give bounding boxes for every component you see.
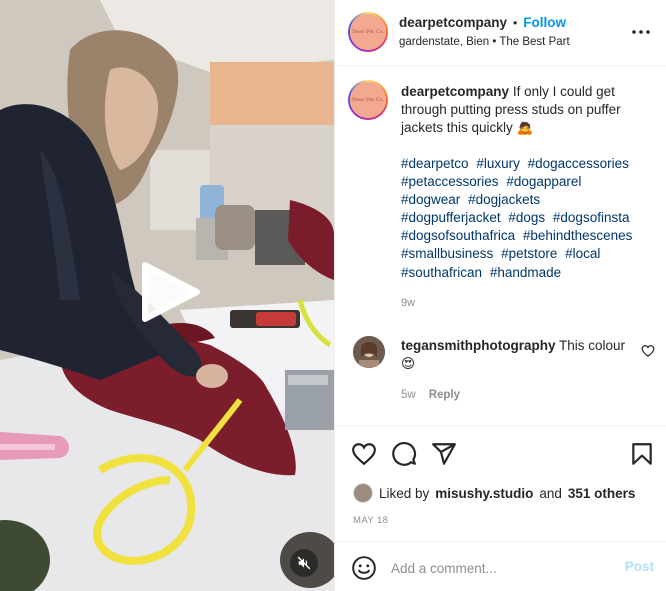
hashtag-link[interactable]: #handmade [490, 265, 561, 280]
hashtag-link[interactable]: #dogs [508, 210, 545, 225]
caption-text-block: dearpetcompany If only I could get throu… [401, 83, 651, 137]
post-actions-section: Liked by misushy.studio and 351 others M… [335, 425, 666, 541]
hashtag-link[interactable]: #dogsofsouthafrica [401, 228, 515, 243]
hashtag-link[interactable]: #petstore [501, 246, 557, 261]
instagram-post-modal: Dear Pet Co. dearpetcompany • Follow gar… [0, 0, 666, 591]
hashtag-link[interactable]: #dearpetco [401, 156, 469, 171]
comment-item: tegansmithphotography This colour 😍 5w R… [335, 333, 666, 413]
hashtag-link[interactable]: #dogsofinsta [553, 210, 630, 225]
post-comment-button[interactable]: Post [625, 559, 654, 574]
post-details-panel: Dear Pet Co. dearpetcompany • Follow gar… [334, 0, 666, 591]
caption-username[interactable]: dearpetcompany [401, 84, 509, 99]
mute-toggle-button[interactable] [290, 549, 318, 577]
play-button[interactable] [137, 259, 203, 325]
comment-bubble-icon[interactable] [391, 441, 417, 467]
caption-avatar-logo-text: Dear Pet Co. [352, 96, 384, 103]
comment-like-heart-icon[interactable] [641, 344, 655, 358]
commenter-username[interactable]: tegansmithphotography [401, 338, 556, 353]
author-username[interactable]: dearpetcompany [399, 15, 507, 30]
post-header: Dear Pet Co. dearpetcompany • Follow gar… [335, 0, 666, 66]
hashtag-link[interactable]: #local [565, 246, 600, 261]
post-date: MAY 18 [353, 515, 389, 526]
separator-dot: • [513, 15, 518, 30]
caption-timestamp: 9w [401, 297, 416, 309]
heart-icon[interactable] [351, 441, 377, 467]
post-location[interactable]: gardenstate, Bien • The Best Part [399, 36, 570, 48]
reply-button[interactable]: Reply [429, 389, 460, 401]
add-comment-bar: Post [335, 541, 666, 591]
likes-summary: Liked by misushy.studio and 351 others [353, 483, 635, 503]
comment-input[interactable] [391, 556, 611, 580]
caption-author-avatar[interactable]: Dear Pet Co. [348, 80, 388, 120]
hashtag-link[interactable]: #southafrican [401, 265, 482, 280]
likes-joiner: and [539, 485, 562, 501]
paper-plane-icon[interactable] [431, 441, 457, 467]
more-horizontal-icon [632, 30, 650, 34]
comment-timestamp: 5w [401, 389, 416, 401]
hashtag-link[interactable]: #dogjackets [468, 192, 540, 207]
more-options-button[interactable] [629, 22, 653, 42]
hashtag-link[interactable]: #behindthescenes [523, 228, 633, 243]
hashtag-link[interactable]: #dogwear [401, 192, 460, 207]
liker-username[interactable]: misushy.studio [435, 486, 533, 501]
avatar-logo-text: Dear Pet Co. [352, 28, 384, 35]
hashtag-link[interactable]: #smallbusiness [401, 246, 493, 261]
comment-text-block: tegansmithphotography This colour 😍 [401, 337, 631, 373]
bookmark-icon[interactable] [629, 441, 655, 467]
likes-others-link[interactable]: 351 others [568, 486, 636, 501]
comment-meta: 5w Reply [401, 389, 460, 401]
smiley-icon[interactable] [351, 555, 377, 581]
hashtag-link[interactable]: #luxury [476, 156, 520, 171]
author-avatar[interactable]: Dear Pet Co. [348, 12, 388, 52]
hashtag-link[interactable]: #dogpufferjacket [401, 210, 501, 225]
commenter-photo [353, 336, 385, 368]
commenter-avatar[interactable] [353, 336, 385, 368]
likes-prefix: Liked by [379, 485, 430, 501]
post-video[interactable] [0, 0, 334, 591]
hashtag-link[interactable]: #petaccessories [401, 174, 499, 189]
hashtag-link[interactable]: #dogapparel [506, 174, 581, 189]
hashtag-link[interactable]: #dogaccessories [528, 156, 629, 171]
follow-button[interactable]: Follow [523, 15, 566, 30]
play-icon [142, 262, 200, 322]
liker-avatar[interactable] [353, 483, 373, 503]
speaker-muted-icon [297, 556, 311, 570]
hashtag-list: #dearpetco #luxury #dogaccessories #peta… [401, 155, 651, 282]
